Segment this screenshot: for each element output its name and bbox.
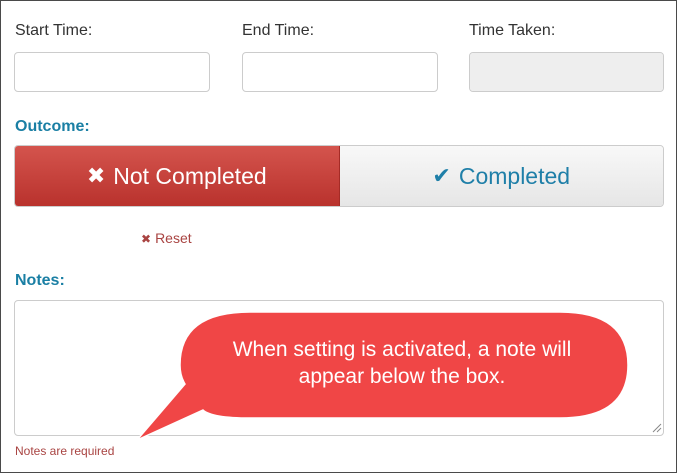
outcome-label: Outcome: — [15, 118, 90, 135]
notes-required-message: Notes are required — [15, 444, 115, 458]
reset-label: Reset — [155, 230, 192, 246]
start-time-label: Start Time: — [15, 22, 93, 39]
not-completed-label: Not Completed — [113, 162, 267, 189]
check-icon: ✔ — [432, 163, 451, 188]
end-time-input[interactable] — [243, 53, 437, 91]
x-icon: ✖ — [86, 163, 106, 188]
reset-link[interactable]: ✖ Reset — [141, 230, 192, 246]
form-panel: Start Time: End Time: Time Taken: min Ou… — [0, 0, 677, 473]
time-taken-input — [470, 53, 663, 91]
start-time-group — [14, 52, 210, 92]
end-time-group — [242, 52, 438, 92]
completed-label: Completed — [458, 162, 571, 189]
not-completed-button[interactable]: ✖ Not Completed — [15, 146, 340, 206]
x-icon: ✖ — [141, 232, 152, 246]
completed-button[interactable]: ✔ Completed — [339, 146, 663, 206]
start-time-input[interactable] — [15, 53, 209, 91]
time-taken-label: Time Taken: — [469, 22, 556, 39]
notes-label: Notes: — [15, 272, 65, 289]
callout-text: When setting is activated, a note will a… — [232, 338, 572, 388]
end-time-label: End Time: — [242, 22, 315, 39]
resize-grip-icon[interactable] — [651, 422, 662, 433]
outcome-toggle: ✖ Not Completed ✔ Completed — [14, 145, 664, 207]
time-taken-group: min — [469, 52, 664, 92]
